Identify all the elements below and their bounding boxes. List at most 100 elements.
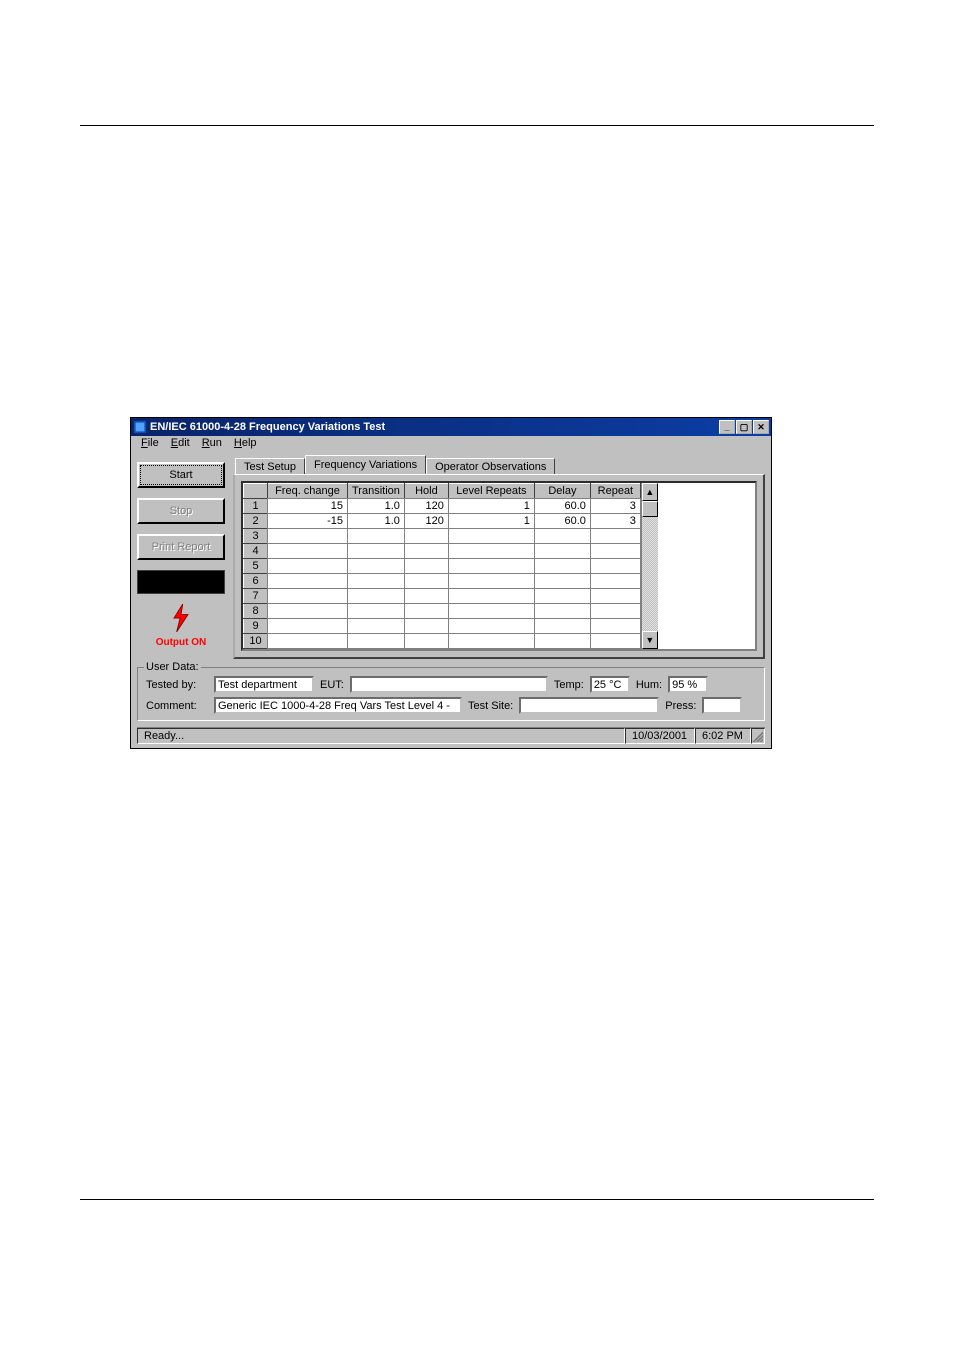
cell-hold[interactable] <box>404 529 448 544</box>
cell-freq[interactable] <box>268 559 348 574</box>
cell-repeat[interactable] <box>590 634 640 649</box>
table-row[interactable]: 5 <box>244 559 641 574</box>
tested-by-input[interactable] <box>214 676 314 693</box>
freq-variation-table[interactable]: Freq. change Transition Hold Level Repea… <box>241 481 757 651</box>
cell-freq[interactable]: 15 <box>268 499 348 514</box>
cell-freq[interactable] <box>268 634 348 649</box>
start-button[interactable]: Start <box>137 462 225 488</box>
cell-level[interactable] <box>448 589 534 604</box>
table-row[interactable]: 6 <box>244 574 641 589</box>
cell-delay[interactable] <box>534 604 590 619</box>
cell-trans[interactable]: 1.0 <box>348 499 405 514</box>
row-header[interactable]: 4 <box>244 544 268 559</box>
cell-trans[interactable] <box>348 544 405 559</box>
cell-level[interactable]: 1 <box>448 514 534 529</box>
table-row[interactable]: 3 <box>244 529 641 544</box>
cell-freq[interactable] <box>268 619 348 634</box>
col-delay[interactable]: Delay <box>534 484 590 499</box>
cell-freq[interactable] <box>268 529 348 544</box>
cell-delay[interactable] <box>534 574 590 589</box>
minimize-button[interactable]: _ <box>719 420 735 434</box>
cell-hold[interactable] <box>404 544 448 559</box>
table-row[interactable]: 2-151.0120160.03 <box>244 514 641 529</box>
print-report-button[interactable]: Print Report <box>137 534 225 560</box>
cell-delay[interactable]: 60.0 <box>534 514 590 529</box>
cell-freq[interactable] <box>268 574 348 589</box>
row-header[interactable]: 7 <box>244 589 268 604</box>
cell-level[interactable] <box>448 559 534 574</box>
table-row[interactable]: 8 <box>244 604 641 619</box>
comment-input[interactable] <box>214 697 462 714</box>
cell-repeat[interactable] <box>590 619 640 634</box>
tab-operator-observations[interactable]: Operator Observations <box>426 458 555 475</box>
cell-trans[interactable] <box>348 559 405 574</box>
cell-delay[interactable]: 60.0 <box>534 499 590 514</box>
press-input[interactable] <box>702 697 742 714</box>
cell-level[interactable] <box>448 574 534 589</box>
row-header[interactable]: 10 <box>244 634 268 649</box>
row-header[interactable]: 1 <box>244 499 268 514</box>
col-level-repeats[interactable]: Level Repeats <box>448 484 534 499</box>
cell-hold[interactable]: 120 <box>404 499 448 514</box>
menu-run[interactable]: Run <box>196 436 228 450</box>
menu-edit[interactable]: Edit <box>165 436 196 450</box>
scroll-thumb[interactable] <box>642 501 658 517</box>
cell-hold[interactable] <box>404 574 448 589</box>
cell-trans[interactable] <box>348 574 405 589</box>
col-hold[interactable]: Hold <box>404 484 448 499</box>
cell-trans[interactable] <box>348 604 405 619</box>
row-header[interactable]: 2 <box>244 514 268 529</box>
col-repeat[interactable]: Repeat <box>590 484 640 499</box>
row-header[interactable]: 9 <box>244 619 268 634</box>
scroll-track[interactable] <box>642 501 658 631</box>
cell-repeat[interactable]: 3 <box>590 514 640 529</box>
scroll-up-button[interactable]: ▲ <box>642 483 658 501</box>
grid-scrollbar[interactable]: ▲ ▼ <box>641 483 658 649</box>
cell-repeat[interactable] <box>590 589 640 604</box>
cell-repeat[interactable]: 3 <box>590 499 640 514</box>
cell-trans[interactable]: 1.0 <box>348 514 405 529</box>
cell-hold[interactable]: 120 <box>404 514 448 529</box>
row-header[interactable]: 3 <box>244 529 268 544</box>
row-header[interactable]: 8 <box>244 604 268 619</box>
cell-freq[interactable] <box>268 544 348 559</box>
cell-level[interactable] <box>448 544 534 559</box>
menu-file[interactable]: File <box>135 436 165 450</box>
row-header[interactable]: 5 <box>244 559 268 574</box>
cell-trans[interactable] <box>348 634 405 649</box>
title-bar[interactable]: EN/IEC 61000-4-28 Frequency Variations T… <box>131 418 771 436</box>
cell-hold[interactable] <box>404 589 448 604</box>
scroll-down-button[interactable]: ▼ <box>642 631 658 649</box>
tab-test-setup[interactable]: Test Setup <box>235 458 305 475</box>
table-row[interactable]: 1151.0120160.03 <box>244 499 641 514</box>
cell-level[interactable] <box>448 619 534 634</box>
cell-repeat[interactable] <box>590 604 640 619</box>
table-row[interactable]: 4 <box>244 544 641 559</box>
stop-button[interactable]: Stop <box>137 498 225 524</box>
cell-hold[interactable] <box>404 559 448 574</box>
test-site-input[interactable] <box>519 697 659 714</box>
menu-help[interactable]: Help <box>228 436 263 450</box>
cell-delay[interactable] <box>534 634 590 649</box>
maximize-button[interactable]: ▢ <box>736 420 752 434</box>
cell-repeat[interactable] <box>590 529 640 544</box>
cell-delay[interactable] <box>534 559 590 574</box>
hum-input[interactable] <box>668 676 708 693</box>
cell-level[interactable] <box>448 634 534 649</box>
temp-input[interactable] <box>590 676 630 693</box>
col-freq-change[interactable]: Freq. change <box>268 484 348 499</box>
cell-hold[interactable] <box>404 634 448 649</box>
cell-hold[interactable] <box>404 619 448 634</box>
tab-frequency-variations[interactable]: Frequency Variations <box>305 455 426 474</box>
cell-repeat[interactable] <box>590 544 640 559</box>
cell-level[interactable]: 1 <box>448 499 534 514</box>
table-row[interactable]: 7 <box>244 589 641 604</box>
cell-delay[interactable] <box>534 544 590 559</box>
table-row[interactable]: 10 <box>244 634 641 649</box>
cell-trans[interactable] <box>348 589 405 604</box>
cell-freq[interactable] <box>268 604 348 619</box>
cell-trans[interactable] <box>348 529 405 544</box>
cell-repeat[interactable] <box>590 559 640 574</box>
cell-freq[interactable]: -15 <box>268 514 348 529</box>
cell-trans[interactable] <box>348 619 405 634</box>
